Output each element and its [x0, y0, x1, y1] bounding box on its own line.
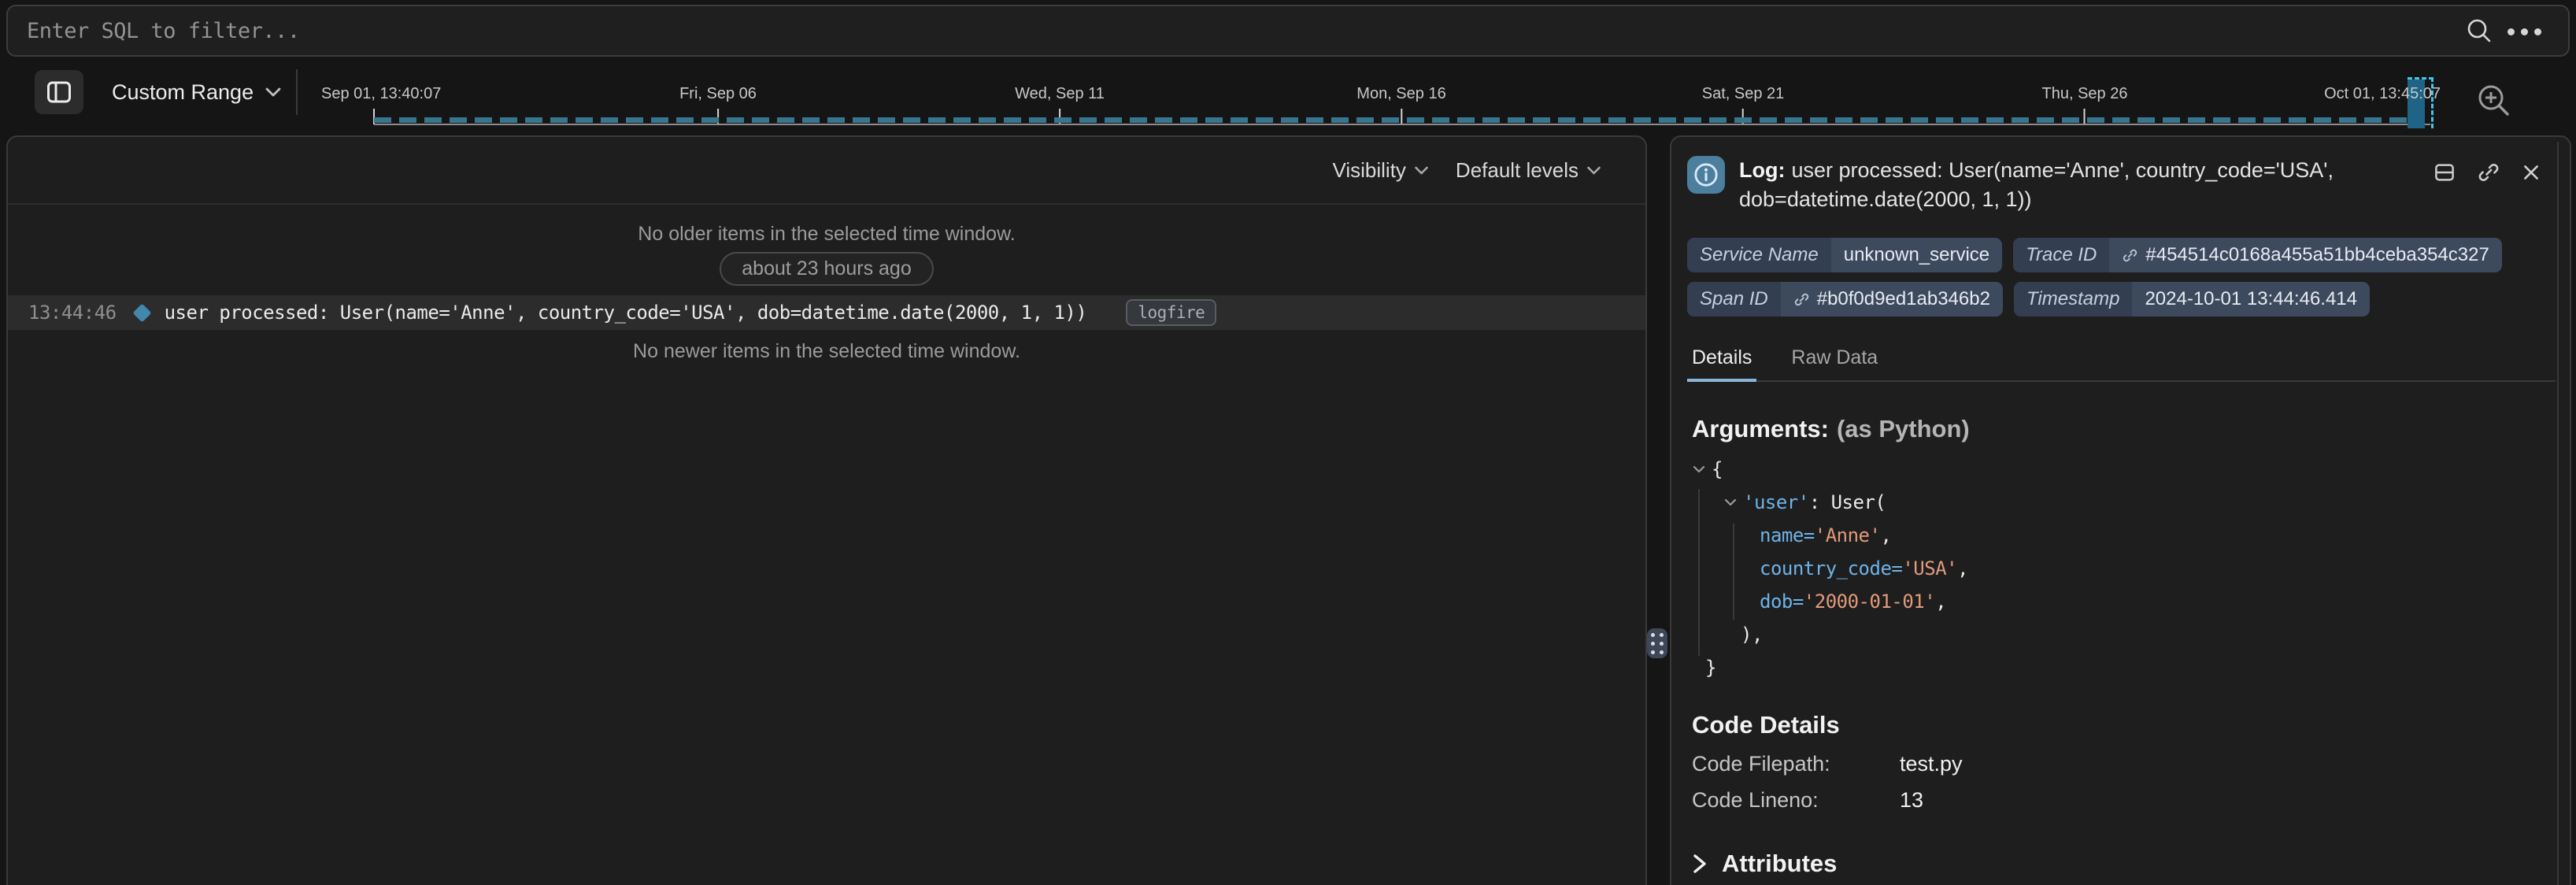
link-icon — [2122, 247, 2138, 264]
badge-value: #b0f0d9ed1ab346b2 — [1781, 282, 2003, 317]
panel-resize-handle[interactable] — [1647, 628, 1667, 658]
info-icon — [1687, 156, 1725, 194]
timeline-start-label: Sep 01, 13:40:07 — [321, 85, 441, 103]
code-detail-row: Code Lineno:13 — [1692, 782, 2570, 818]
no-older-note: No older items in the selected time wind… — [8, 222, 1645, 246]
chevron-down-icon — [1586, 165, 1601, 176]
scrollbar-track[interactable] — [2557, 142, 2559, 885]
badge-label: Span ID — [1687, 282, 1781, 317]
detail-title-prefix: Log: — [1739, 158, 1785, 182]
log-level-diamond-icon — [132, 303, 151, 322]
log-message: user processed: User(name='Anne', countr… — [165, 302, 1087, 324]
chevron-right-icon — [1692, 853, 1708, 875]
arguments-language-hint: (as Python) — [1837, 415, 1970, 442]
arguments-heading: Arguments: (as Python) — [1692, 415, 2570, 443]
code-line: name='Anne', — [1692, 519, 2570, 552]
code-line: ), — [1692, 618, 2570, 651]
copy-link-icon[interactable] — [2477, 161, 2500, 184]
close-icon[interactable] — [2521, 162, 2541, 183]
detail-tabs: Details Raw Data — [1687, 346, 2556, 382]
badge-label: Trace ID — [2013, 238, 2109, 272]
log-list-panel: Visibility Default levels No older items… — [6, 135, 1647, 885]
more-options-icon[interactable] — [2508, 28, 2541, 35]
timeline-bar: Custom Range Sep 01, 13:40:07 Fri, Sep 0… — [0, 61, 2576, 134]
list-toolbar: Visibility Default levels — [8, 137, 1645, 205]
no-newer-note: No newer items in the selected time wind… — [8, 339, 1645, 363]
logfire-app: Custom Range Sep 01, 13:40:07 Fri, Sep 0… — [0, 0, 2576, 885]
default-levels-label: Default levels — [1456, 158, 1579, 183]
collapse-chevron-icon[interactable] — [1692, 464, 1706, 475]
log-row[interactable]: 13:44:46 user processed: User(name='Anne… — [8, 295, 1645, 330]
timeline-end-label: Oct 01, 13:45:07 — [2324, 85, 2441, 103]
time-ago-badge[interactable]: about 23 hours ago — [720, 252, 933, 286]
arguments-heading-text: Arguments: — [1692, 415, 1829, 442]
arguments-code-tree: {'user': User(name='Anne',country_code='… — [1692, 453, 2570, 684]
zoom-in-icon[interactable] — [2474, 81, 2514, 120]
sql-filter-input[interactable] — [8, 6, 2568, 55]
code-line: 'user': User( — [1692, 486, 2570, 519]
log-timestamp: 13:44:46 — [28, 302, 117, 324]
detail-title: Log:user processed: User(name='Anne', co… — [1739, 156, 2432, 214]
badge-value: 2024-10-01 13:44:46.414 — [2132, 282, 2370, 317]
code-detail-row: Code Filepath:test.py — [1692, 746, 2570, 782]
sql-filter-bar — [6, 5, 2570, 57]
code-detail-label: Code Filepath: — [1692, 752, 1900, 776]
timeline-activity-line — [374, 117, 2410, 123]
timeline-baseline — [374, 124, 2430, 125]
code-line: dob='2000-01-01', — [1692, 585, 2570, 618]
code-line: } — [1692, 651, 2570, 684]
tab-details[interactable]: Details — [1687, 346, 1756, 382]
code-details-rows: Code Filepath:test.pyCode Lineno:13 — [1692, 746, 2570, 818]
link-icon — [1793, 291, 1810, 308]
attributes-section-header[interactable]: Attributes — [1692, 850, 2570, 878]
timeline-track[interactable]: Sep 01, 13:40:07 Fri, Sep 06Wed, Sep 11M… — [0, 61, 2576, 134]
indent-guide — [1698, 489, 1700, 656]
open-in-panel-icon[interactable] — [2433, 161, 2456, 184]
code-details-heading: Code Details — [1692, 711, 2570, 739]
code-line: country_code='USA', — [1692, 552, 2570, 585]
detail-title-text: user processed: User(name='Anne', countr… — [1739, 158, 2334, 211]
attributes-heading-text: Attributes — [1722, 850, 1837, 878]
log-tag-badge[interactable]: logfire — [1126, 299, 1216, 326]
badge-label: Timestamp — [2014, 282, 2132, 317]
code-detail-label: Code Lineno: — [1692, 788, 1900, 813]
visibility-label: Visibility — [1332, 158, 1405, 183]
badge-value: #454514c0168a455a51bb4ceba354c327 — [2109, 238, 2501, 272]
indent-guide — [1733, 524, 1734, 620]
code-detail-value: 13 — [1900, 788, 1923, 813]
code-line: { — [1692, 453, 2570, 486]
search-icon[interactable] — [2466, 17, 2493, 44]
code-detail-value: test.py — [1900, 752, 1963, 776]
collapse-chevron-icon[interactable] — [1723, 497, 1738, 508]
badge-label: Service Name — [1687, 238, 1831, 272]
metadata-badges: Service Nameunknown_service Trace ID#4545… — [1687, 238, 2523, 317]
badge-service-name: Service Nameunknown_service — [1687, 238, 2002, 272]
default-levels-dropdown[interactable]: Default levels — [1456, 158, 1601, 183]
detail-panel: Log:user processed: User(name='Anne', co… — [1670, 135, 2571, 885]
badge-span-id[interactable]: Span ID#b0f0d9ed1ab346b2 — [1687, 282, 2003, 317]
badge-timestamp: Timestamp2024-10-01 13:44:46.414 — [2014, 282, 2370, 317]
badge-trace-id[interactable]: Trace ID#454514c0168a455a51bb4ceba354c32… — [2013, 238, 2502, 272]
visibility-dropdown[interactable]: Visibility — [1332, 158, 1428, 183]
chevron-down-icon — [1414, 165, 1429, 176]
badge-value: unknown_service — [1831, 238, 2002, 272]
tab-raw-data[interactable]: Raw Data — [1786, 346, 1882, 380]
